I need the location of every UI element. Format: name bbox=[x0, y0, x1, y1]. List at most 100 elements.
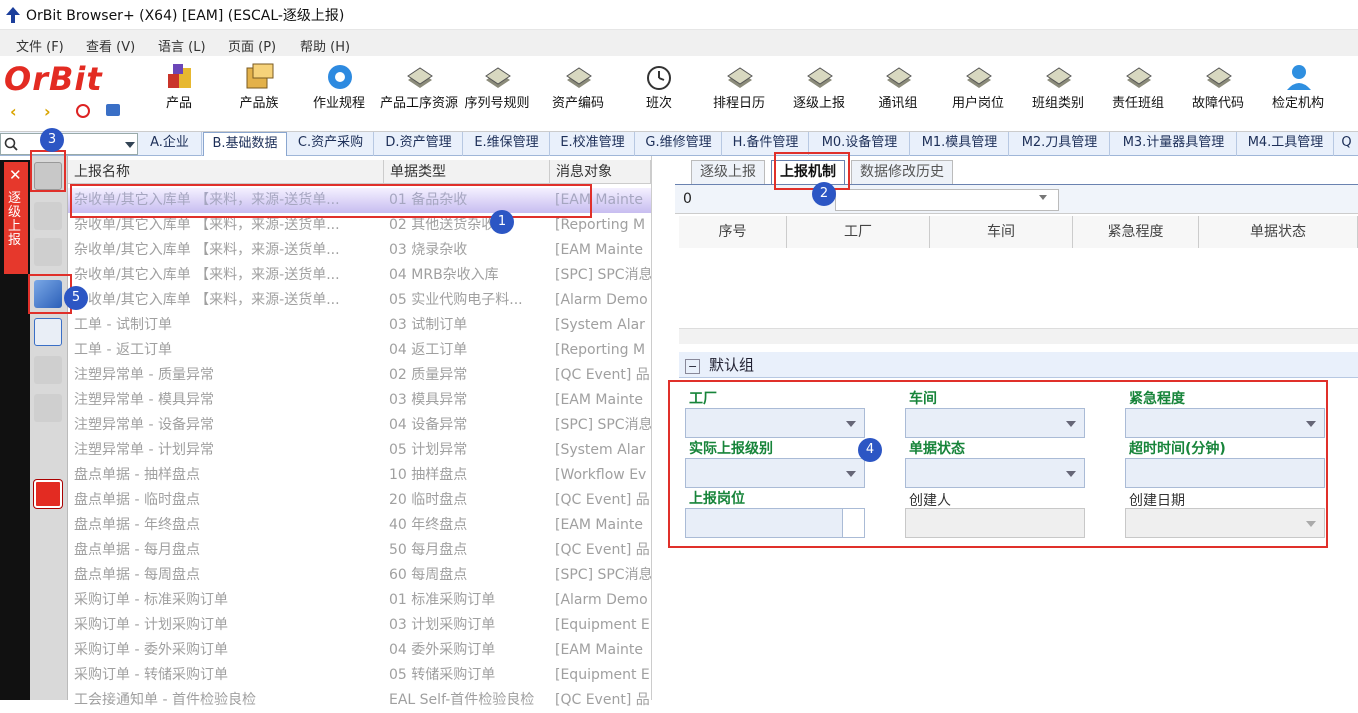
toolbar-button-fault-code[interactable]: 故障代码 bbox=[1180, 60, 1256, 132]
toolbar-button-comm-group[interactable]: 通讯组 bbox=[860, 60, 936, 132]
toolbar-button-serial-rule[interactable]: 序列号规则 bbox=[459, 60, 535, 132]
table-row[interactable]: 采购订单 - 转储采购订单 05 转储采购订单 [Equipment Er bbox=[68, 663, 651, 688]
default-group-header[interactable]: − 默认组 bbox=[679, 352, 1358, 378]
undo-icon[interactable] bbox=[34, 318, 62, 346]
table-cell: 50 每月盘点 bbox=[389, 542, 468, 558]
toolbar-button-verification-org[interactable]: 检定机构 bbox=[1260, 60, 1336, 132]
stop-icon[interactable] bbox=[76, 104, 90, 118]
tab-mold[interactable]: M1.模具管理 bbox=[911, 132, 1009, 156]
menu-view[interactable]: 查看 (V) bbox=[86, 36, 135, 55]
toolbar-button-product[interactable]: 产品 bbox=[141, 60, 217, 132]
toolbar-button-asset-code[interactable]: 资产编码 bbox=[540, 60, 616, 132]
column-header-report-name[interactable]: 上报名称 bbox=[68, 160, 384, 184]
horizontal-scrollbar[interactable] bbox=[679, 328, 1358, 344]
attach-icon[interactable] bbox=[34, 238, 62, 266]
toolbar-button-responsible-team[interactable]: 责任班组 bbox=[1100, 60, 1176, 132]
forward-icon[interactable]: › bbox=[44, 102, 51, 121]
table-row[interactable]: 盘点单据 - 临时盘点 20 临时盘点 [QC Event] 品 bbox=[68, 488, 651, 513]
tab-modification-history[interactable]: 数据修改历史 bbox=[851, 160, 953, 184]
table-row[interactable]: 采购订单 - 计划采购订单 03 计划采购订单 [Equipment Er bbox=[68, 613, 651, 638]
tab-maintenance[interactable]: E.维保管理 bbox=[464, 132, 550, 156]
column-header-doc-status[interactable]: 单据状态 bbox=[1199, 216, 1358, 248]
column-header-seq[interactable]: 序号 bbox=[679, 216, 787, 248]
gear-icon bbox=[328, 65, 352, 89]
menu-language[interactable]: 语言 (L) bbox=[158, 36, 206, 55]
menu-page[interactable]: 页面 (P) bbox=[228, 36, 276, 55]
column-header-workshop[interactable]: 车间 bbox=[930, 216, 1073, 248]
tab-escalation[interactable]: 逐级上报 bbox=[691, 160, 765, 184]
menu-file[interactable]: 文件 (F) bbox=[16, 36, 64, 55]
table-row[interactable]: 盘点单据 - 抽样盘点 10 抽样盘点 [Workflow Ev bbox=[68, 463, 651, 488]
confirm-icon[interactable] bbox=[34, 394, 62, 422]
table-row[interactable]: 杂收单/其它入库单 【来料，来源-送货单... 05 实业代购电子料... [Ala… bbox=[68, 288, 651, 313]
badge-1: 1 bbox=[490, 210, 514, 234]
badge-4: 4 bbox=[858, 438, 882, 462]
menu-help[interactable]: 帮助 (H) bbox=[300, 36, 350, 55]
table-cell: [Reporting M bbox=[555, 342, 646, 358]
tab-tool[interactable]: M4.工具管理 bbox=[1238, 132, 1334, 156]
close-icon[interactable]: ✕ bbox=[9, 166, 22, 184]
column-header-urgency[interactable]: 紧急程度 bbox=[1073, 216, 1199, 248]
table-row[interactable]: 盘点单据 - 年终盘点 40 年终盘点 [EAM Mainte bbox=[68, 513, 651, 538]
toolbar-button-schedule-calendar[interactable]: 排程日历 bbox=[701, 60, 777, 132]
table-cell: 工单 - 返工订单 bbox=[74, 342, 172, 358]
copy-icon[interactable] bbox=[34, 202, 62, 230]
tab-gauge[interactable]: M3.计量器具管理 bbox=[1111, 132, 1237, 156]
orbit-logo: OrBit bbox=[4, 60, 103, 98]
exit-icon[interactable] bbox=[34, 480, 62, 508]
table-row[interactable]: 注塑异常单 - 设备异常 04 设备异常 [SPC] SPC消息 bbox=[68, 413, 651, 438]
table-cell: 03 试制订单 bbox=[389, 317, 468, 333]
column-header-message-target[interactable]: 消息对象 bbox=[550, 160, 651, 184]
table-cell: [QC Event] 品 bbox=[555, 492, 650, 508]
product-boxes-icon bbox=[168, 64, 191, 88]
column-header-factory[interactable]: 工厂 bbox=[787, 216, 930, 248]
table-row[interactable]: 工单 - 返工订单 04 返工订单 [Reporting M bbox=[68, 338, 651, 363]
collapse-icon[interactable]: − bbox=[685, 359, 701, 374]
toolbar-button-shift[interactable]: 班次 bbox=[621, 60, 697, 132]
table-cell: [Alarm Demo bbox=[555, 292, 648, 308]
table-cell: 20 临时盘点 bbox=[389, 492, 468, 508]
table-row[interactable]: 注塑异常单 - 计划异常 05 计划异常 [System Alar bbox=[68, 438, 651, 463]
tab-asset-management[interactable]: D.资产管理 bbox=[375, 132, 463, 156]
home-icon[interactable] bbox=[106, 104, 120, 116]
table-row[interactable]: 盘点单据 - 每月盘点 50 每月盘点 [QC Event] 品 bbox=[68, 538, 651, 563]
table-cell: 10 抽样盘点 bbox=[389, 467, 468, 483]
delete-icon[interactable] bbox=[34, 356, 62, 384]
tab-cutter[interactable]: M2.刀具管理 bbox=[1010, 132, 1110, 156]
tab-enterprise[interactable]: A.企业 bbox=[138, 132, 202, 156]
tab-basic-data[interactable]: B.基础数据 bbox=[203, 132, 287, 156]
tab-repair[interactable]: G.维修管理 bbox=[636, 132, 722, 156]
table-row[interactable]: 采购订单 - 委外采购订单 04 委外采购订单 [EAM Mainte bbox=[68, 638, 651, 663]
toolbar-button-product-family[interactable]: 产品族 bbox=[221, 60, 297, 132]
toolbar-button-work-procedure[interactable]: 作业规程 bbox=[301, 60, 377, 132]
toolbar-button-escalation[interactable]: 逐级上报 bbox=[781, 60, 857, 132]
table-cell: [QC Event] 品 bbox=[555, 367, 650, 383]
table-cell: 01 标准采购订单 bbox=[389, 592, 496, 608]
table-cell: [Workflow Ev bbox=[555, 467, 647, 483]
table-cell: [SPC] SPC消息 bbox=[555, 567, 651, 583]
table-row[interactable]: 工会接通知单 - 首件检验良检 EAL Self-首件检验良检 [QC Event]… bbox=[68, 688, 651, 713]
toolbar-button-process-resource[interactable]: 产品工序资源 bbox=[380, 60, 458, 132]
filter-select[interactable] bbox=[835, 189, 1059, 211]
module-search-input[interactable] bbox=[0, 133, 138, 155]
table-row[interactable]: 注塑异常单 - 质量异常 02 质量异常 [QC Event] 品 bbox=[68, 363, 651, 388]
table-row[interactable]: 注塑异常单 - 模具异常 03 模具异常 [EAM Mainte bbox=[68, 388, 651, 413]
table-row[interactable]: 杂收单/其它入库单 【来料，来源-送货单... 04 MRB杂收入库 [SPC] S… bbox=[68, 263, 651, 288]
table-row[interactable]: 采购订单 - 标准采购订单 01 标准采购订单 [Alarm Demo bbox=[68, 588, 651, 613]
table-cell: 盘点单据 - 每月盘点 bbox=[74, 542, 200, 558]
toolbar-button-user-post[interactable]: 用户岗位 bbox=[940, 60, 1016, 132]
tab-more[interactable]: Q bbox=[1335, 132, 1358, 156]
table-row[interactable]: 杂收单/其它入库单 【来料，来源-送货单... 03 烧录杂收 [EAM Maint… bbox=[68, 238, 651, 263]
chevron-down-icon[interactable] bbox=[125, 142, 135, 148]
toolkit-icon bbox=[485, 67, 511, 88]
table-cell: 注塑异常单 - 质量异常 bbox=[74, 367, 214, 383]
table-row[interactable]: 盘点单据 - 每周盘点 60 每周盘点 [SPC] SPC消息 bbox=[68, 563, 651, 588]
toolbar-button-team-type[interactable]: 班组类别 bbox=[1020, 60, 1096, 132]
tab-calibration[interactable]: E.校准管理 bbox=[551, 132, 635, 156]
tab-asset-purchase[interactable]: C.资产采购 bbox=[288, 132, 374, 156]
escalation-side-tab[interactable]: ✕ 逐级上报 bbox=[4, 162, 28, 274]
back-icon[interactable]: ‹ bbox=[10, 102, 17, 121]
search-icon bbox=[4, 137, 18, 151]
table-row[interactable]: 工单 - 试制订单 03 试制订单 [System Alar bbox=[68, 313, 651, 338]
column-header-doc-type[interactable]: 单据类型 bbox=[384, 160, 550, 184]
